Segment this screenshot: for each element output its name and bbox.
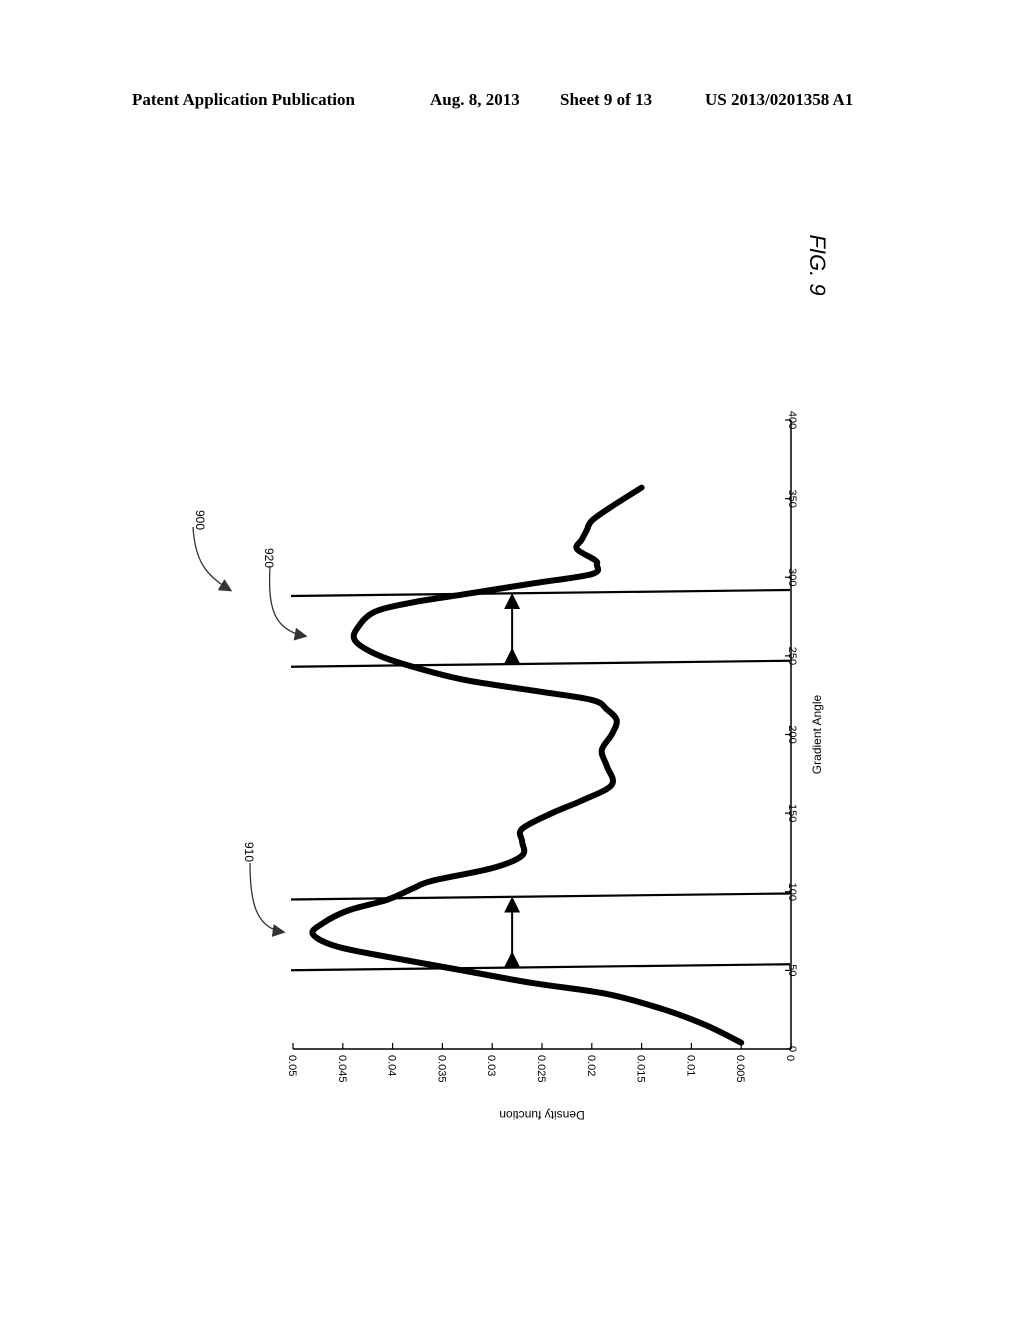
x-tick-label: 400	[786, 411, 798, 429]
figure-9-chart: FIG. 9 0 50 100 150 200 250 300 350 400 0 0.005 0.0…	[192, 234, 830, 1122]
x-tick-label: 200	[786, 725, 798, 743]
x-tick-label: 300	[786, 568, 798, 586]
ref-label-920: 920	[262, 548, 276, 568]
y-tick-label: 0.015	[635, 1055, 647, 1083]
ref-arrow-920	[268, 565, 308, 641]
figure-label: FIG. 9	[805, 234, 830, 295]
ref-arrow-910	[249, 862, 286, 937]
y-tick-label: 0.05	[286, 1055, 298, 1076]
y-tick-label: 0.04	[386, 1055, 398, 1076]
x-tick-label: 100	[786, 883, 798, 901]
x-tick-label: 350	[786, 489, 798, 507]
ref-label-910: 910	[242, 842, 256, 862]
y-tick-label: 0.045	[336, 1055, 348, 1083]
marker-line	[290, 588, 791, 598]
marker-line	[290, 892, 791, 901]
y-tick-label: 0.035	[435, 1055, 447, 1083]
ref-label-900: 900	[193, 510, 207, 530]
x-axis-title: Gradient Angle	[810, 694, 824, 774]
y-tick-label: 0.025	[535, 1055, 547, 1083]
x-tick-label: 0	[786, 1046, 798, 1052]
x-tick-label: 250	[786, 647, 798, 665]
y-tick-label: 0.03	[485, 1055, 497, 1076]
y-tick-label: 0.02	[585, 1055, 597, 1076]
y-tick-label: 0.005	[734, 1055, 746, 1083]
marker-line	[290, 659, 791, 668]
ref-arrow-900	[192, 526, 233, 592]
x-tick-label: 150	[786, 804, 798, 822]
y-axis-title: Density function	[499, 1108, 584, 1122]
axes: 0 50 100 150 200 250 300 350 400 0 0.005 0.01 0.015 0…	[286, 411, 824, 1122]
y-tick-label: 0	[784, 1055, 796, 1061]
marker-line	[290, 963, 791, 972]
y-tick-label: 0.01	[684, 1055, 696, 1076]
x-tick-label: 50	[786, 964, 798, 976]
density-curve	[309, 484, 745, 1046]
